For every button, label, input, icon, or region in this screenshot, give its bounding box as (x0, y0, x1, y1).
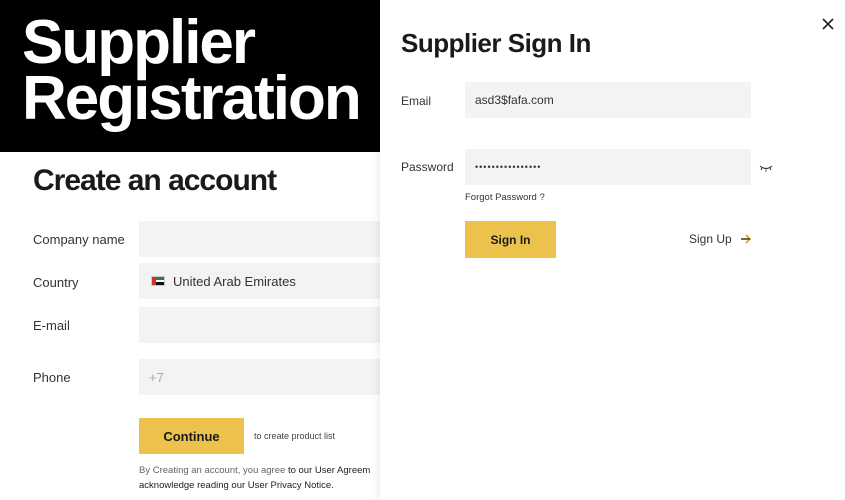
company-name-label: Company name (33, 232, 125, 247)
user-agreement-link[interactable]: to our User Agreem (288, 465, 370, 476)
phone-placeholder: +7 (149, 369, 164, 385)
signin-email-label: Email (401, 94, 432, 108)
signup-label: Sign Up (689, 232, 732, 246)
arrow-right-icon (740, 234, 751, 244)
signin-email-input[interactable] (465, 82, 751, 118)
signin-button[interactable]: Sign In (465, 221, 556, 258)
hero-title-line-2: Registration (22, 64, 362, 133)
privacy-notice-text[interactable]: acknowledge reading our User Privacy Not… (139, 480, 334, 491)
eye-closed-icon[interactable] (759, 163, 773, 173)
signin-password-input[interactable] (465, 149, 751, 185)
country-value: United Arab Emirates (173, 273, 296, 289)
terms-disclaimer: By Creating an account, you agree to our… (139, 463, 381, 493)
uae-flag-icon (151, 276, 165, 286)
signin-panel: Supplier Sign In Email Password Forgot P… (380, 0, 845, 500)
hero-banner: Supplier Registration (0, 0, 380, 152)
email-field[interactable] (139, 307, 380, 343)
phone-label: Phone (33, 370, 71, 385)
signup-link[interactable]: Sign Up (689, 232, 752, 246)
continue-hint: to create product list (254, 431, 336, 441)
signin-title: Supplier Sign In (401, 28, 591, 58)
disclaimer-prefix: By Creating an account, you agree (139, 465, 288, 476)
continue-button[interactable]: Continue (139, 418, 244, 454)
country-select[interactable]: United Arab Emirates (139, 263, 380, 299)
phone-field[interactable]: +7 (139, 359, 380, 395)
signin-password-label: Password (401, 160, 454, 174)
company-name-field[interactable] (139, 221, 380, 257)
close-icon[interactable] (820, 16, 836, 32)
email-label: E-mail (33, 318, 70, 333)
country-label: Country (33, 275, 79, 290)
forgot-password-link[interactable]: Forgot Password ? (465, 192, 545, 203)
create-account-heading: Create an account (33, 164, 277, 197)
